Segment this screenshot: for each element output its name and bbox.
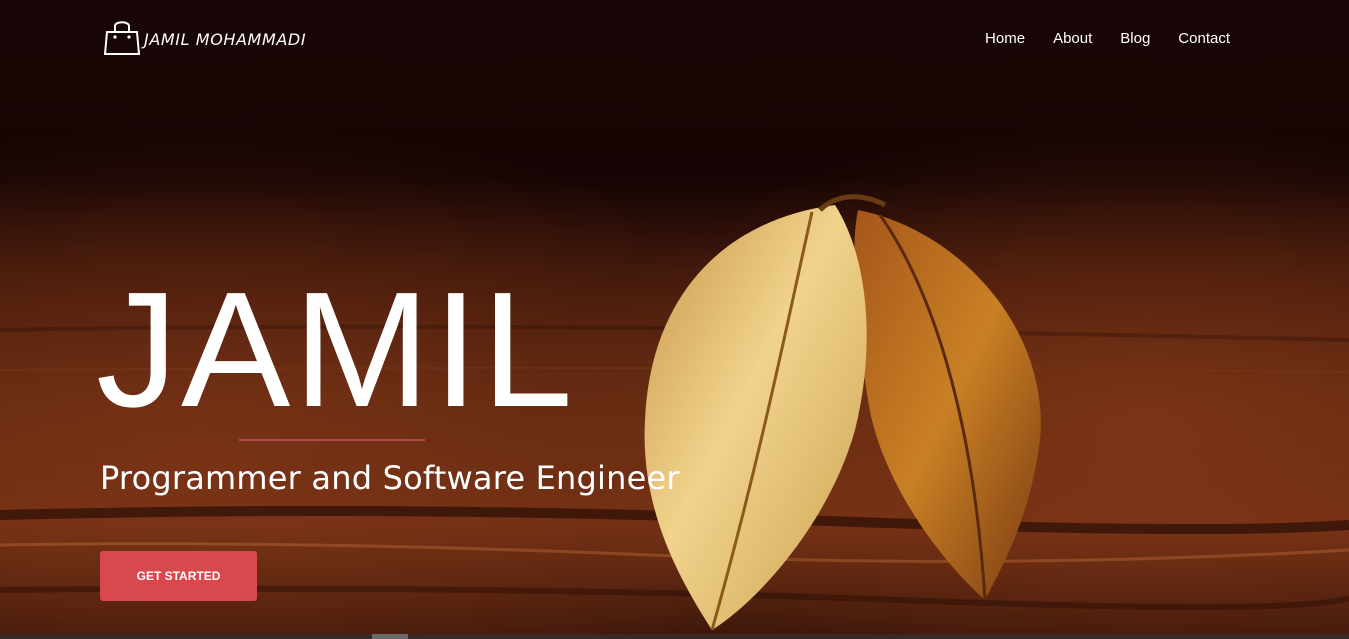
- scrollbar-thumb[interactable]: [372, 634, 408, 639]
- shopping-bag-icon: [104, 21, 140, 55]
- hero-section: JAMIL MOHAMMADI Home About Blog Contact …: [0, 0, 1349, 639]
- nav-link-blog[interactable]: Blog: [1120, 30, 1150, 47]
- hero-divider: [239, 439, 425, 441]
- nav-link-about[interactable]: About: [1053, 30, 1092, 47]
- hero-subtitle: Programmer and Software Engineer: [100, 459, 680, 497]
- brand-logo[interactable]: JAMIL MOHAMMADI: [104, 18, 306, 56]
- brand-name: JAMIL MOHAMMADI: [144, 29, 307, 49]
- get-started-button[interactable]: GET STARTED: [100, 551, 257, 601]
- hero-title: JAMIL: [96, 258, 576, 441]
- horizontal-scrollbar[interactable]: [0, 634, 1349, 639]
- main-nav: Home About Blog Contact: [985, 30, 1230, 47]
- nav-link-home[interactable]: Home: [985, 30, 1025, 47]
- nav-link-contact[interactable]: Contact: [1178, 30, 1230, 47]
